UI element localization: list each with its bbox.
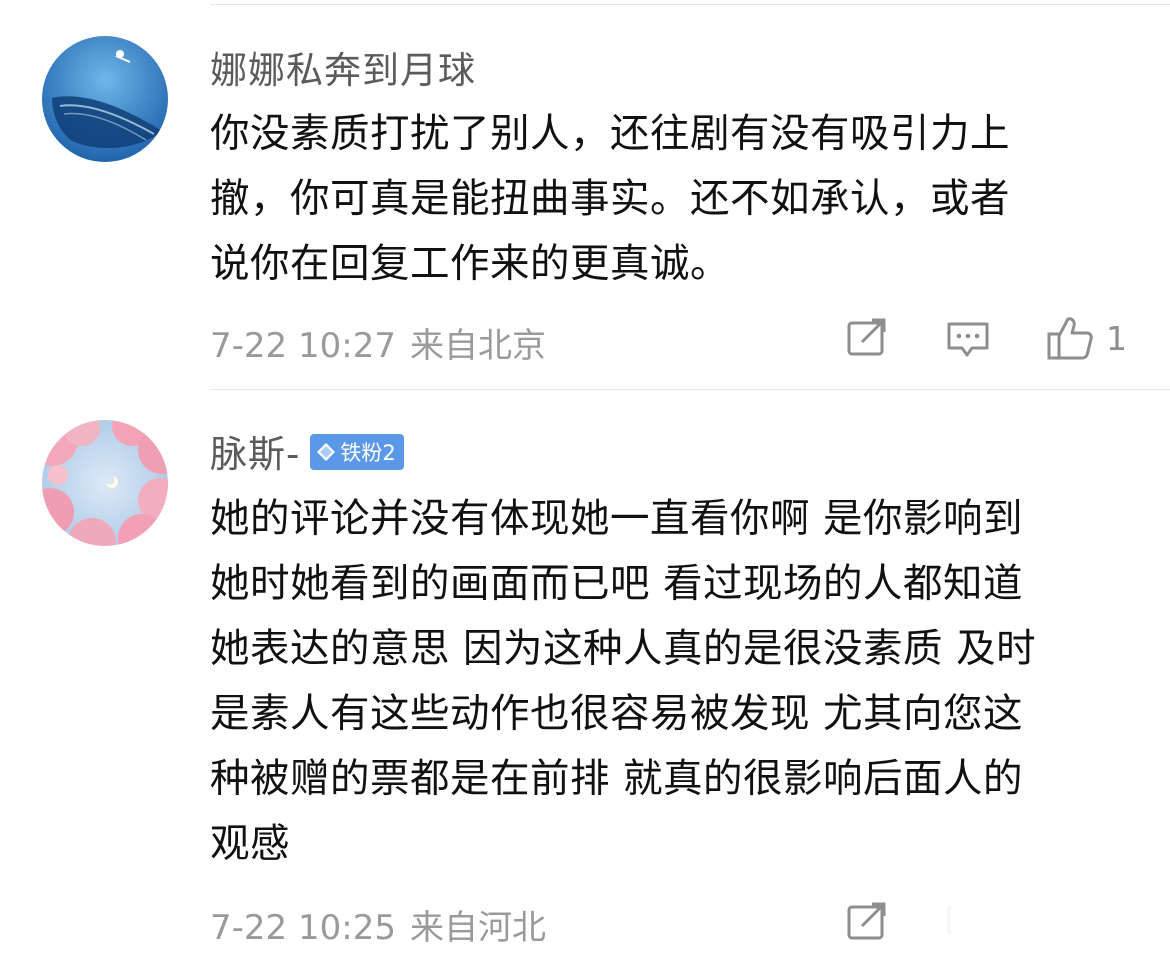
username-text: 脉斯- (210, 433, 301, 476)
like-button[interactable]: 1 (1046, 314, 1127, 362)
username[interactable]: 脉斯- 铁粉2 (210, 424, 404, 478)
like-count: 1 (1106, 318, 1127, 358)
comment-meta: 7-22 10:25 来自河北 (210, 900, 546, 949)
fan-badge[interactable]: 铁粉2 (310, 433, 404, 470)
repost-button[interactable] (846, 902, 888, 942)
diamond-icon (317, 442, 336, 461)
location: 来自河北 (409, 908, 546, 948)
comment-text: 你没素质打扰了别人，还往剧有没有吸引力上 撤，你可真是能扭曲事实。还不如承认，或… (210, 111, 1010, 287)
repost-button[interactable] (846, 318, 888, 358)
timestamp: 7-22 10:25 (210, 908, 396, 948)
timestamp: 7-22 10:27 (210, 326, 396, 366)
comment-text: 她的评论并没有体现她一直看你啊 是你影响到 她时她看到的画面而已吧 看过现场的人… (210, 496, 1037, 867)
avatar[interactable] (42, 420, 168, 546)
location: 来自北京 (409, 326, 546, 366)
like-icon (1047, 317, 1093, 360)
comment-item: 脉斯- 铁粉2 她的评论并没有体现她一直看你啊 是你影响到 她时她看到的画面而已吧… (0, 390, 1170, 955)
badge-label: 铁粉2 (340, 440, 396, 465)
username[interactable]: 娜娜私奔到月球 (210, 40, 476, 94)
avatar[interactable] (42, 36, 168, 162)
repost-icon (847, 318, 886, 356)
comment-icon (947, 322, 989, 357)
scroll-fade-overlay (900, 898, 1170, 955)
comment-meta: 7-22 10:27 来自北京 (210, 318, 546, 367)
comment-button[interactable] (946, 320, 990, 360)
comment-item: 娜娜私奔到月球 你没素质打扰了别人，还往剧有没有吸引力上 撤，你可真是能扭曲事实… (0, 0, 1170, 390)
repost-icon (847, 902, 886, 940)
